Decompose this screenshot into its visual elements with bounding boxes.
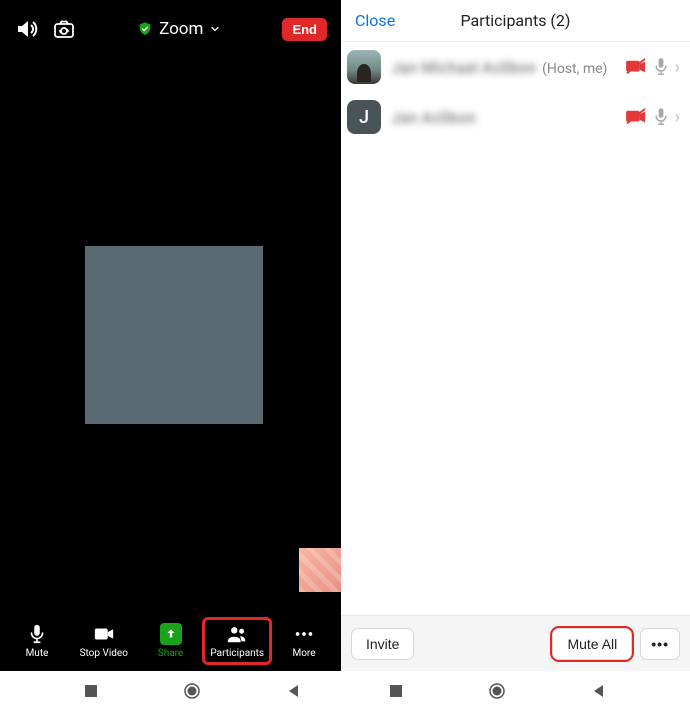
participant-meta: (Host, me) (542, 61, 607, 77)
nav-back-icon[interactable] (286, 683, 302, 699)
close-button[interactable]: Close (355, 11, 395, 30)
avatar (347, 50, 381, 84)
microphone-icon (653, 107, 669, 127)
share-button[interactable]: Share (138, 619, 204, 663)
participants-list: Jan Michael Aclibon (Host, me) › (341, 42, 690, 615)
participants-button[interactable]: Participants (204, 619, 270, 663)
call-toolbar: Mute Stop Video Share (0, 611, 341, 671)
end-call-button[interactable]: End (282, 18, 327, 41)
panel-title: Participants (2) (461, 11, 571, 30)
more-button[interactable]: More (271, 619, 337, 663)
microphone-icon (653, 57, 669, 77)
nav-home-icon[interactable] (184, 683, 200, 699)
camera-switch-icon[interactable] (52, 17, 76, 41)
microphone-icon (26, 623, 48, 645)
android-nav-bar (0, 671, 690, 711)
panel-header: Close Participants (2) (341, 0, 690, 42)
video-area (0, 58, 341, 611)
stop-video-label: Stop Video (80, 648, 128, 659)
mute-label: Mute (26, 648, 49, 659)
main-video-tile[interactable] (85, 246, 263, 424)
panel-more-button[interactable]: ••• (640, 628, 680, 660)
nav-home-icon[interactable] (489, 683, 505, 699)
video-icon (93, 623, 115, 645)
chevron-down-icon (209, 23, 221, 35)
camera-off-icon (625, 108, 647, 126)
self-video-thumbnail[interactable] (299, 548, 341, 592)
avatar: J (347, 100, 381, 134)
nav-recent-icon[interactable] (388, 683, 404, 699)
stop-video-button[interactable]: Stop Video (71, 619, 137, 663)
share-icon (160, 623, 182, 645)
chevron-right-icon: › (675, 107, 680, 128)
share-label: Share (158, 648, 183, 659)
mute-all-button[interactable]: Mute All (552, 628, 632, 660)
app-title: Zoom (159, 19, 203, 39)
participants-icon (226, 623, 248, 645)
more-label: More (292, 648, 315, 659)
video-call-pane: Zoom End Mute Stop Video (0, 0, 341, 671)
more-horizontal-icon (293, 623, 315, 645)
mute-button[interactable]: Mute (4, 619, 70, 663)
camera-off-icon (625, 58, 647, 76)
participant-row[interactable]: J Jan Aclibon › (341, 92, 690, 142)
panel-footer: Invite Mute All ••• (341, 615, 690, 671)
zoom-dropdown[interactable]: Zoom (137, 19, 221, 39)
nav-back-icon[interactable] (591, 683, 607, 699)
invite-button[interactable]: Invite (351, 628, 414, 660)
call-top-bar: Zoom End (0, 0, 341, 58)
participants-label: Participants (210, 648, 264, 659)
participant-name: Jan Aclibon (391, 108, 476, 127)
shield-check-icon (137, 21, 153, 37)
chevron-right-icon: › (675, 57, 680, 78)
nav-recent-icon[interactable] (83, 683, 99, 699)
participant-row[interactable]: Jan Michael Aclibon (Host, me) › (341, 42, 690, 92)
speaker-icon[interactable] (14, 17, 38, 41)
participants-panel: Close Participants (2) Jan Michael Aclib… (341, 0, 690, 671)
participant-name: Jan Michael Aclibon (391, 58, 536, 77)
